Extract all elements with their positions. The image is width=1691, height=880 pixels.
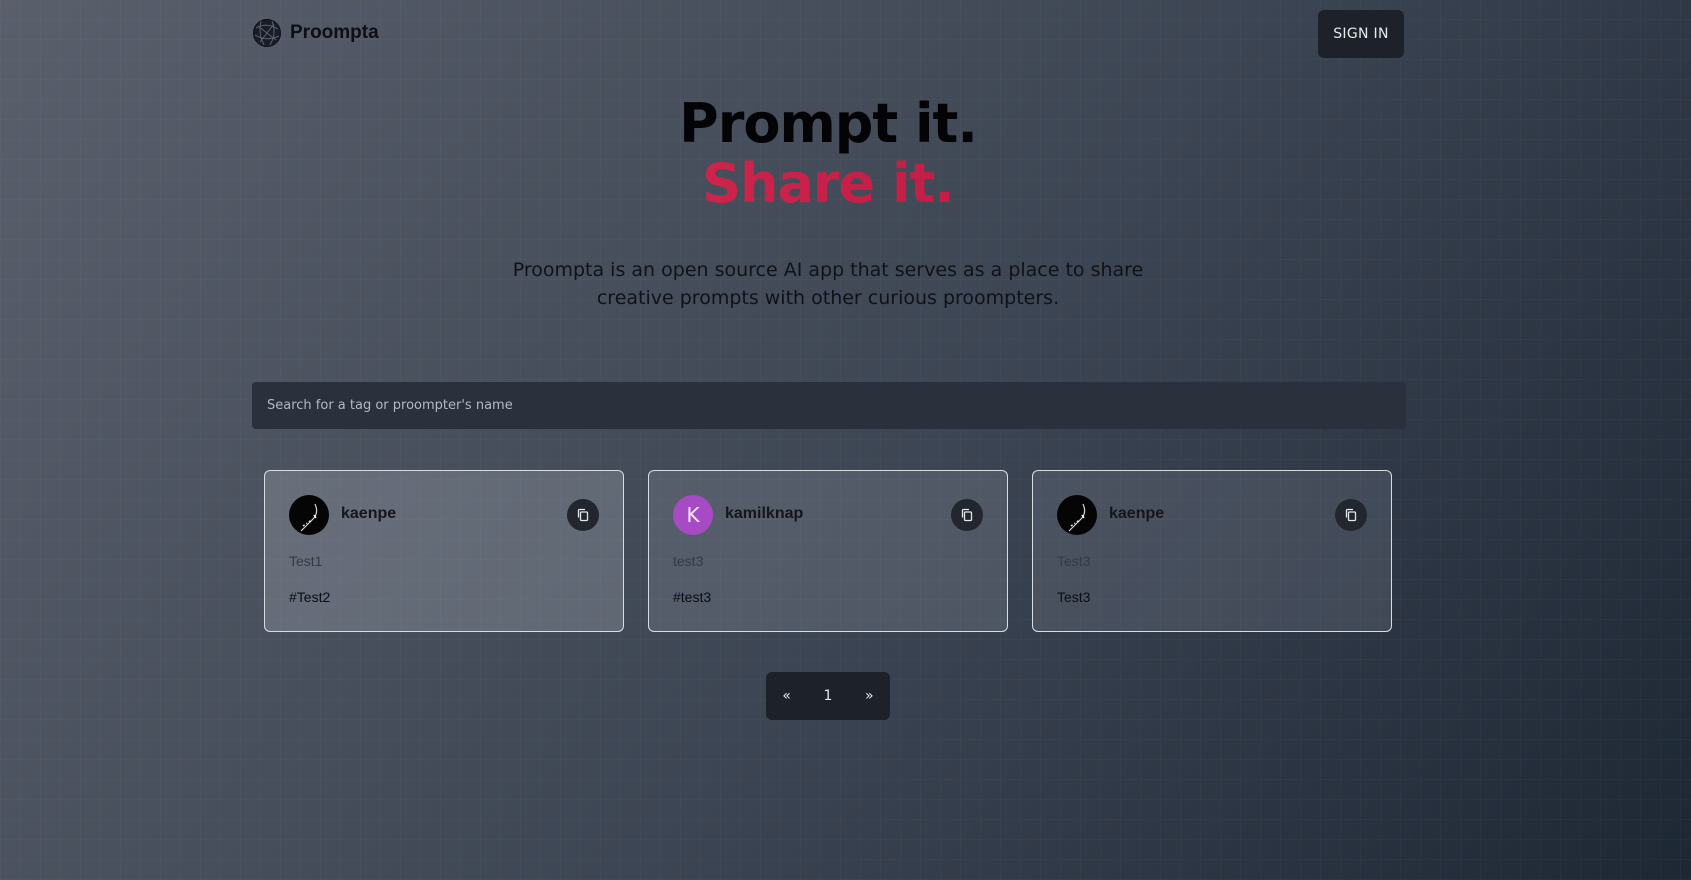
brand-name: Proompta	[290, 22, 379, 43]
prompt-card: kaenpe Test3 Test3	[1032, 470, 1392, 632]
card-prompt-text: Test3	[1057, 553, 1091, 569]
prompt-card-list: kaenpe Test1 #Test2 K kamilknap test3 #t…	[264, 470, 1392, 632]
globe-network-icon	[253, 19, 281, 47]
brand-link[interactable]: Proompta	[252, 18, 379, 48]
page-number-button[interactable]: 1	[807, 672, 848, 720]
dark-abstract-avatar-icon	[300, 503, 318, 532]
card-prompt-text: test3	[673, 553, 704, 569]
hero-description: Proompta is an open source AI app that s…	[512, 259, 1144, 309]
avatar[interactable]	[289, 495, 329, 535]
card-prompt-text: Test1	[289, 553, 323, 569]
sign-in-button[interactable]: SIGN IN	[1318, 10, 1404, 58]
card-tag[interactable]: Test3	[1057, 589, 1090, 605]
hero-title-line1: Prompt it.	[679, 92, 978, 155]
card-username[interactable]: kamilknap	[725, 505, 803, 523]
hero-heading: Prompt it. Share it.	[0, 94, 1656, 214]
card-tag[interactable]: #Test2	[289, 589, 330, 605]
copy-button[interactable]	[951, 499, 983, 531]
card-username[interactable]: kaenpe	[1109, 505, 1164, 523]
copy-button[interactable]	[1335, 499, 1367, 531]
prompt-card: kaenpe Test1 #Test2	[264, 470, 624, 632]
pagination: « 1 »	[766, 672, 890, 720]
card-tag[interactable]: #test3	[673, 589, 711, 605]
copy-icon	[577, 508, 589, 522]
previous-page-button[interactable]: «	[766, 672, 807, 720]
copy-icon	[1345, 508, 1357, 522]
copy-icon	[961, 508, 973, 522]
prompt-card: K kamilknap test3 #test3	[648, 470, 1008, 632]
dark-abstract-avatar-icon	[1068, 503, 1086, 532]
copy-button[interactable]	[567, 499, 599, 531]
top-navbar: Proompta SIGN IN	[252, 10, 1404, 58]
avatar[interactable]	[1057, 495, 1097, 535]
card-username[interactable]: kaenpe	[341, 505, 396, 523]
search-input[interactable]	[265, 397, 1393, 414]
next-page-button[interactable]: »	[849, 672, 890, 720]
search-bar	[252, 382, 1406, 429]
avatar[interactable]: K	[673, 495, 713, 535]
hero-title-line2: Share it.	[0, 154, 1656, 214]
